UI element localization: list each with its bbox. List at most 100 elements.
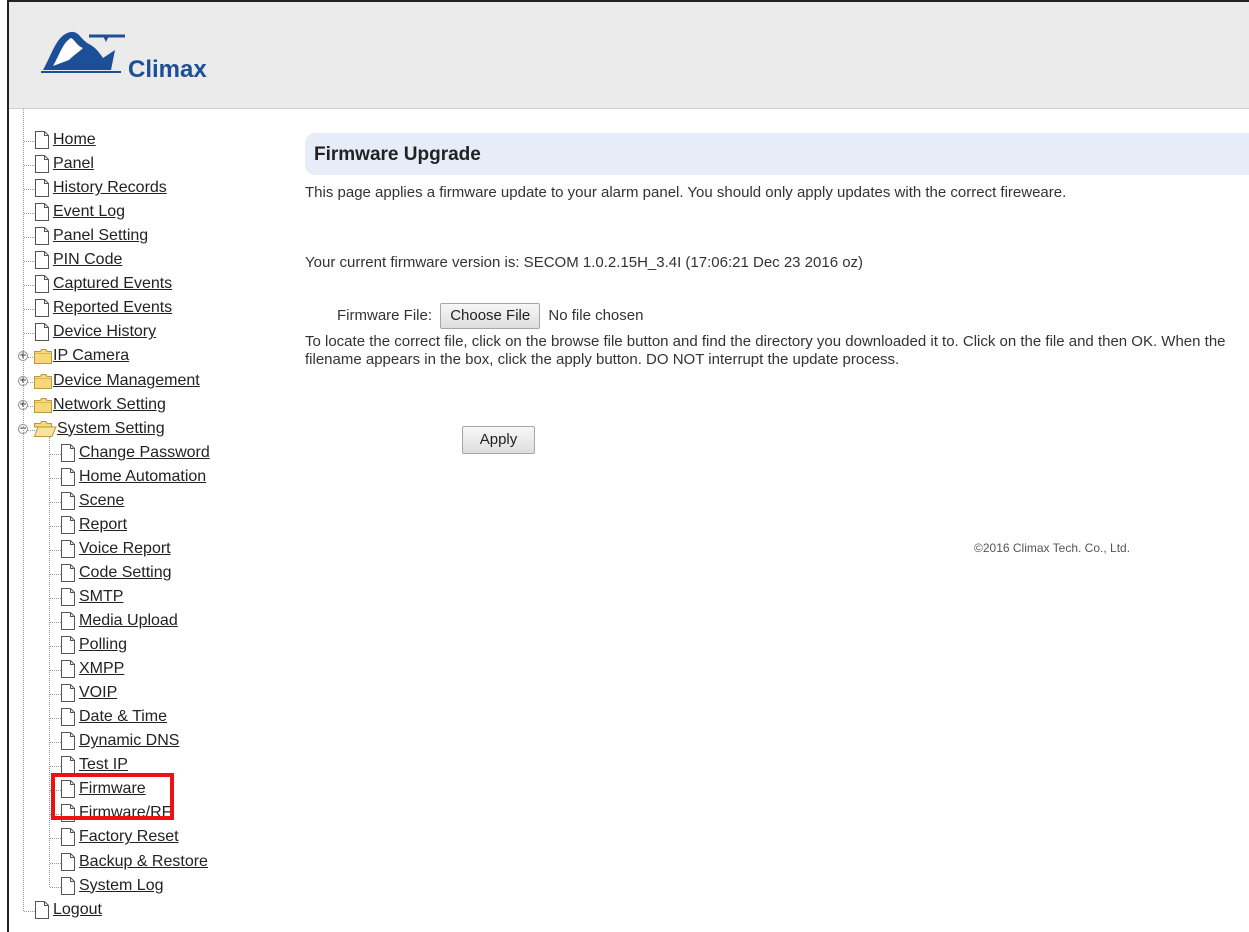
- nav-item-device-history[interactable]: Device History: [9, 322, 289, 346]
- tree-branch-line: [49, 436, 50, 887]
- nav-link-device-history[interactable]: Device History: [53, 322, 156, 342]
- page-icon: [33, 900, 51, 925]
- nav-item-scene[interactable]: Scene: [9, 491, 289, 515]
- page-icon: [59, 827, 77, 852]
- folder-icon: [33, 346, 53, 371]
- nav-item-factory-reset[interactable]: Factory Reset: [9, 827, 289, 851]
- nav-link-reported-events[interactable]: Reported Events: [53, 298, 172, 318]
- nav-item-voice-report[interactable]: Voice Report: [9, 539, 289, 563]
- nav-link-smtp[interactable]: SMTP: [79, 587, 123, 607]
- nav-item-network-setting[interactable]: + Network Setting: [9, 395, 289, 419]
- nav-item-backup-restore[interactable]: Backup & Restore: [9, 852, 289, 876]
- nav-link-change-password[interactable]: Change Password: [79, 443, 210, 463]
- nav-item-ip-camera[interactable]: + IP Camera: [9, 346, 289, 370]
- page-icon: [33, 130, 51, 155]
- page-title: Firmware Upgrade: [314, 144, 481, 165]
- nav-link-factory-reset[interactable]: Factory Reset: [79, 827, 179, 847]
- page-icon: [33, 178, 51, 203]
- nav-link-xmpp[interactable]: XMPP: [79, 659, 124, 679]
- nav-link-history-records[interactable]: History Records: [53, 178, 167, 198]
- apply-button[interactable]: Apply: [462, 426, 535, 454]
- nav-item-event-log[interactable]: Event Log: [9, 202, 289, 226]
- nav-link-backup-restore[interactable]: Backup & Restore: [79, 852, 208, 872]
- nav-link-date-time[interactable]: Date & Time: [79, 707, 167, 727]
- nav-link-system-log[interactable]: System Log: [79, 876, 163, 896]
- current-version-text: Your current firmware version is: SECOM …: [305, 254, 864, 271]
- firmware-file-label: Firmware File:: [337, 307, 433, 324]
- nav-link-home[interactable]: Home: [53, 130, 96, 150]
- page-icon: [33, 322, 51, 347]
- nav-link-logout[interactable]: Logout: [53, 900, 102, 920]
- logo: Climax: [39, 22, 239, 92]
- nav-item-device-management[interactable]: + Device Management: [9, 371, 289, 395]
- nav-item-home-automation[interactable]: Home Automation: [9, 467, 289, 491]
- nav-item-media-upload[interactable]: Media Upload: [9, 611, 289, 635]
- page-icon: [59, 539, 77, 564]
- nav-link-captured-events[interactable]: Captured Events: [53, 274, 172, 294]
- page-icon: [59, 563, 77, 588]
- nav-item-polling[interactable]: Polling: [9, 635, 289, 659]
- nav-item-report[interactable]: Report: [9, 515, 289, 539]
- nav-link-pin-code[interactable]: PIN Code: [53, 250, 122, 270]
- nav-link-device-management[interactable]: Device Management: [53, 371, 200, 391]
- page-icon: [59, 443, 77, 468]
- nav-link-report[interactable]: Report: [79, 515, 127, 535]
- folder-open-icon: [33, 419, 57, 444]
- nav-link-polling[interactable]: Polling: [79, 635, 127, 655]
- intro-text: This page applies a firmware update to y…: [305, 184, 1067, 201]
- page-icon: [59, 515, 77, 540]
- nav-link-dynamic-dns[interactable]: Dynamic DNS: [79, 731, 179, 751]
- nav-item-reported-events[interactable]: Reported Events: [9, 298, 289, 322]
- nav-link-media-upload[interactable]: Media Upload: [79, 611, 178, 631]
- nav-item-smtp[interactable]: SMTP: [9, 587, 289, 611]
- page-icon: [59, 587, 77, 612]
- nav-link-voip[interactable]: VOIP: [79, 683, 117, 703]
- nav-item-captured-events[interactable]: Captured Events: [9, 274, 289, 298]
- page-icon: [59, 491, 77, 516]
- page-icon: [59, 852, 77, 877]
- sidebar-nav-tree: Home Panel History Records Event Log Panel S…: [9, 108, 289, 932]
- nav-link-home-automation[interactable]: Home Automation: [79, 467, 206, 487]
- nav-item-system-log[interactable]: System Log: [9, 876, 289, 900]
- nav-item-pin-code[interactable]: PIN Code: [9, 250, 289, 274]
- page-icon: [59, 876, 77, 901]
- nav-link-panel[interactable]: Panel: [53, 154, 94, 174]
- header: Climax: [9, 2, 1249, 109]
- choose-file-button[interactable]: Choose File: [440, 303, 541, 329]
- nav-item-panel-setting[interactable]: Panel Setting: [9, 226, 289, 250]
- nav-link-ip-camera[interactable]: IP Camera: [53, 346, 129, 366]
- nav-item-logout[interactable]: Logout: [9, 900, 289, 924]
- folder-icon: [33, 371, 53, 396]
- nav-item-code-setting[interactable]: Code Setting: [9, 563, 289, 587]
- nav-link-system-setting[interactable]: System Setting: [57, 419, 165, 439]
- nav-link-event-log[interactable]: Event Log: [53, 202, 125, 222]
- nav-item-date-time[interactable]: Date & Time: [9, 707, 289, 731]
- nav-item-xmpp[interactable]: XMPP: [9, 659, 289, 683]
- nav-link-panel-setting[interactable]: Panel Setting: [53, 226, 148, 246]
- nav-link-network-setting[interactable]: Network Setting: [53, 395, 166, 415]
- tree-trunk-line: [23, 108, 24, 911]
- page-icon: [33, 274, 51, 299]
- page-icon: [59, 683, 77, 708]
- page-icon: [33, 250, 51, 275]
- nav-item-panel[interactable]: Panel: [9, 154, 289, 178]
- nav-link-code-setting[interactable]: Code Setting: [79, 563, 172, 583]
- no-file-chosen-text: No file chosen: [548, 307, 644, 324]
- nav-link-voice-report[interactable]: Voice Report: [79, 539, 171, 559]
- nav-item-home[interactable]: Home: [9, 130, 289, 154]
- instructions-text: To locate the correct file, click on the…: [305, 333, 1226, 368]
- page-icon: [59, 611, 77, 636]
- nav-item-system-setting[interactable]: − System Setting: [9, 419, 289, 443]
- nav-item-change-password[interactable]: Change Password: [9, 443, 289, 467]
- page-icon: [33, 226, 51, 251]
- page-icon: [59, 731, 77, 756]
- copyright-text: ©2016 Climax Tech. Co., Ltd.: [974, 541, 1131, 555]
- nav-link-scene[interactable]: Scene: [79, 491, 124, 511]
- nav-item-voip[interactable]: VOIP: [9, 683, 289, 707]
- brand-name: Climax: [128, 56, 207, 83]
- title-bar: Firmware Upgrade: [305, 133, 1249, 175]
- main-content: Firmware Upgrade This page applies a fir…: [297, 108, 1249, 932]
- nav-item-history-records[interactable]: History Records: [9, 178, 289, 202]
- page-icon: [59, 659, 77, 684]
- nav-item-dynamic-dns[interactable]: Dynamic DNS: [9, 731, 289, 755]
